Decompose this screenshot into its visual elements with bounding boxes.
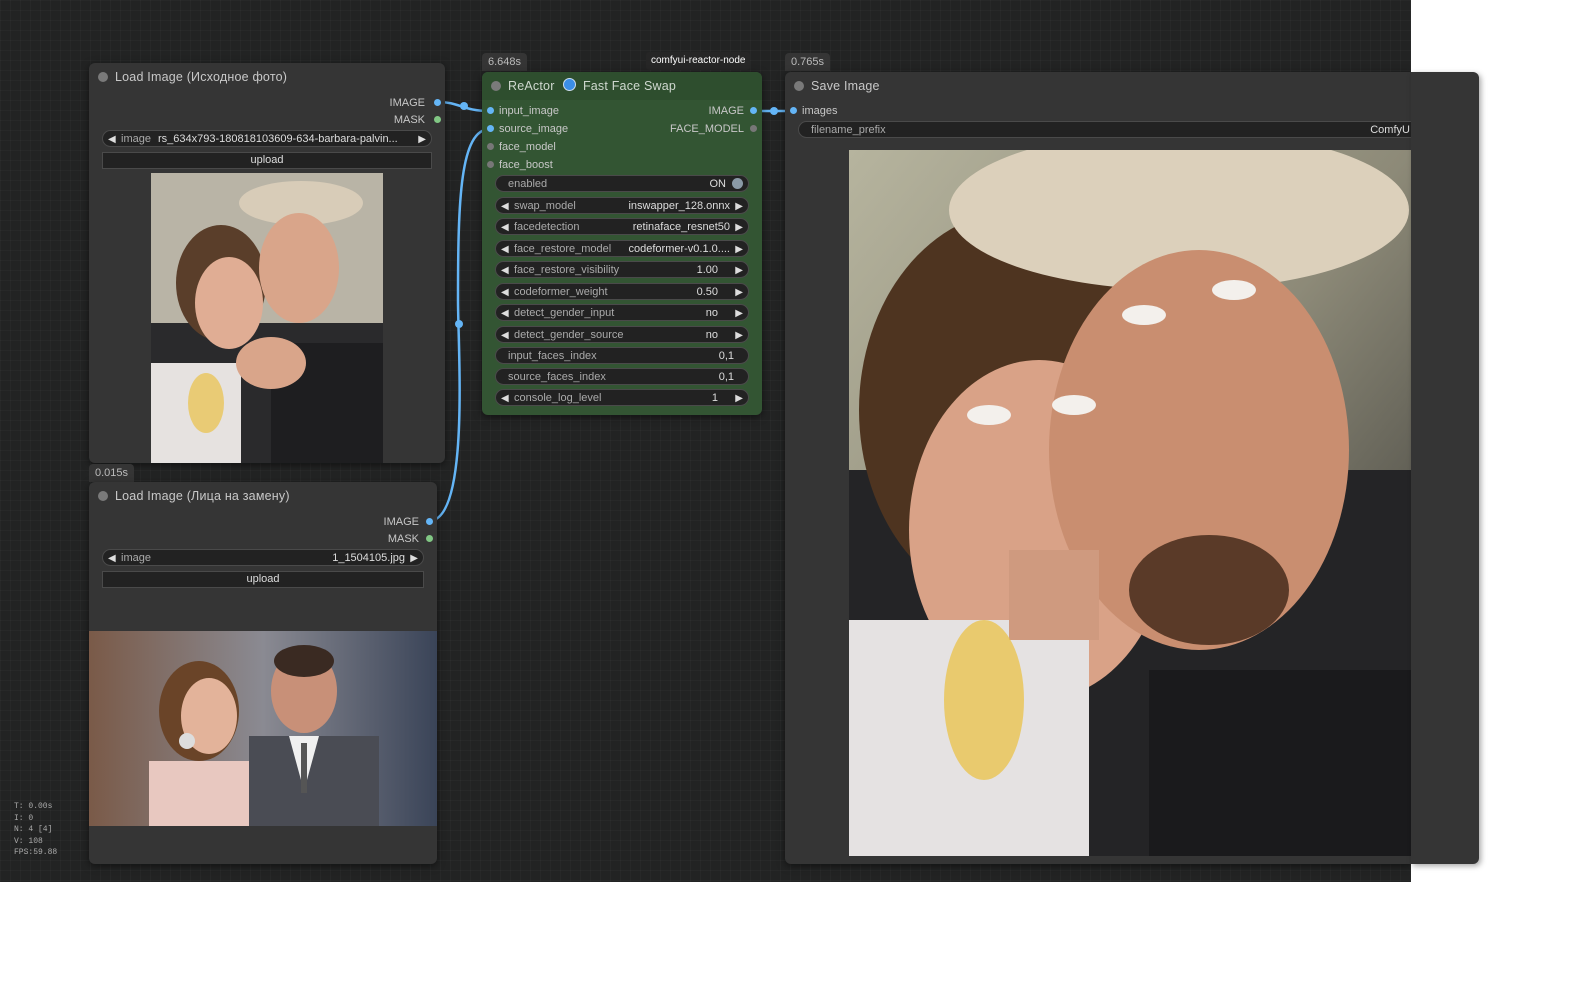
face-model-output-dot-icon[interactable] [750,125,757,132]
arrow-right-icon[interactable]: ▶ [735,305,743,322]
collapse-dot-icon[interactable] [98,72,108,82]
arrow-left-icon[interactable]: ◀ [108,131,116,148]
arrow-right-icon[interactable]: ▶ [735,241,743,258]
photo-illustration [89,631,437,826]
photo-illustration [849,150,1411,856]
node-title[interactable]: Load Image (Исходное фото) [89,63,445,91]
load-image-source-node[interactable]: Load Image (Исходное фото) IMAGE MASK ◀ … [89,63,445,463]
arrow-left-icon[interactable]: ◀ [501,305,509,322]
arrow-left-icon[interactable]: ◀ [501,219,509,236]
save-image-node[interactable]: Save Image images filename_prefix ComfyU… [785,72,1411,864]
arrow-right-icon[interactable]: ▶ [735,198,743,215]
upload-button[interactable]: upload [102,152,432,169]
enabled-toggle[interactable]: enabled ON [495,175,749,192]
execution-time-badge: 0.015s [89,464,135,482]
output-image-slot[interactable]: IMAGE [709,102,744,120]
swap-model-combo[interactable]: ◀ swap_model inswapper_128.onnx ▶ [495,197,749,214]
mask-output-dot-icon[interactable] [426,535,433,542]
face-restore-model-combo[interactable]: ◀ face_restore_model codeformer-v0.1.0..… [495,240,749,257]
arrow-left-icon[interactable]: ◀ [108,550,116,567]
face-boost-dot-icon[interactable] [487,161,494,168]
face-restore-visibility-number[interactable]: ◀ face_restore_visibility 1.00 ▶ [495,261,749,278]
node-title[interactable]: Save Image [785,72,1411,100]
execution-time-badge: 0.765s [785,53,831,71]
upload-button[interactable]: upload [102,571,424,588]
execution-time-badge: 6.648s [482,53,528,71]
toggle-knob-icon[interactable] [732,178,743,189]
output-image-slot[interactable]: IMAGE [384,513,419,531]
input-slot-source-image[interactable]: source_image [499,120,568,138]
input-slot-face-boost[interactable]: face_boost [499,156,553,174]
arrow-right-icon[interactable]: ▶ [410,550,418,567]
output-image-slot[interactable]: IMAGE [390,94,425,112]
photo-illustration [151,173,383,463]
output-image-preview [849,150,1411,856]
images-input-dot-icon[interactable] [790,107,797,114]
mask-output-dot-icon[interactable] [434,116,441,123]
load-image-faces-node[interactable]: Load Image (Лица на замену) IMAGE MASK ◀… [89,482,437,864]
collapse-dot-icon[interactable] [98,491,108,501]
face-model-dot-icon[interactable] [487,143,494,150]
arrow-left-icon[interactable]: ◀ [501,241,509,258]
arrow-left-icon[interactable]: ◀ [501,198,509,215]
reactor-fast-face-swap-node[interactable]: ReActor Fast Face Swap input_image sourc… [482,72,762,415]
preview-image-faces [89,631,437,826]
input-slot-images[interactable]: images [802,102,837,120]
console-log-level-number[interactable]: ◀ console_log_level 1 ▶ [495,389,749,406]
output-mask-slot[interactable]: MASK [394,111,425,129]
detect-gender-source-combo[interactable]: ◀ detect_gender_source no ▶ [495,326,749,343]
source-faces-index-text[interactable]: source_faces_index 0,1 [495,368,749,385]
input-image-dot-icon[interactable] [487,107,494,114]
preview-image-source [151,173,383,463]
node-title[interactable]: ReActor Fast Face Swap [482,72,762,100]
detect-gender-input-combo[interactable]: ◀ detect_gender_input no ▶ [495,304,749,321]
image-output-dot-icon[interactable] [426,518,433,525]
save-image-node-overflow [1411,72,1479,864]
image-select-combo[interactable]: ◀ image rs_634x793-180818103609-634-barb… [102,130,432,147]
arrow-left-icon[interactable]: ◀ [501,327,509,344]
arrow-right-icon[interactable]: ▶ [735,390,743,407]
canvas-stats: T: 0.00s I: 0 N: 4 [4] V: 108 FPS:59.88 [14,802,58,857]
output-face-model-slot[interactable]: FACE_MODEL [670,120,744,138]
source-image-dot-icon[interactable] [487,125,494,132]
output-mask-slot[interactable]: MASK [388,530,419,548]
graph-canvas[interactable]: Load Image (Исходное фото) IMAGE MASK ◀ … [0,0,1411,882]
arrow-right-icon[interactable]: ▶ [418,131,426,148]
reactor-logo-icon [563,78,577,91]
arrow-right-icon[interactable]: ▶ [735,327,743,344]
arrow-left-icon[interactable]: ◀ [501,262,509,279]
filename-prefix-text[interactable]: filename_prefix ComfyUI [798,121,1411,138]
input-slot-face-model[interactable]: face_model [499,138,556,156]
collapse-dot-icon[interactable] [491,81,501,91]
image-output-dot-icon[interactable] [434,99,441,106]
arrow-right-icon[interactable]: ▶ [735,284,743,301]
image-output-dot-icon[interactable] [750,107,757,114]
collapse-dot-icon[interactable] [794,81,804,91]
image-select-combo[interactable]: ◀ image 1_1504105.jpg ▶ [102,549,424,566]
arrow-right-icon[interactable]: ▶ [735,262,743,279]
arrow-left-icon[interactable]: ◀ [501,390,509,407]
input-slot-input-image[interactable]: input_image [499,102,559,120]
arrow-left-icon[interactable]: ◀ [501,284,509,301]
codeformer-weight-number[interactable]: ◀ codeformer_weight 0.50 ▶ [495,283,749,300]
input-faces-index-text[interactable]: input_faces_index 0,1 [495,347,749,364]
facedetection-combo[interactable]: ◀ facedetection retinaface_resnet50 ▶ [495,218,749,235]
package-badge: comfyui-reactor-node [646,52,751,70]
node-title[interactable]: Load Image (Лица на замену) [89,482,437,510]
arrow-right-icon[interactable]: ▶ [735,219,743,236]
